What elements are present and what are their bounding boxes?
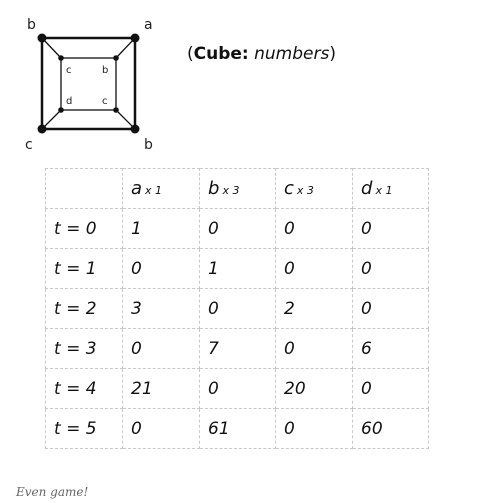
table-cell: 0 <box>275 208 353 249</box>
table-row: t = 1 0 1 0 0 <box>45 248 429 289</box>
table-cell: 0 <box>199 208 276 249</box>
row-label: t = 1 <box>45 248 123 289</box>
vertex-outer-top-left <box>37 33 47 43</box>
table-cell: 0 <box>275 408 353 449</box>
table-row: t = 4 21 0 20 0 <box>45 368 429 409</box>
row-label: t = 4 <box>45 368 123 409</box>
vertex-outer-bottom-right <box>130 124 140 134</box>
table-row: t = 0 1 0 0 0 <box>45 208 429 249</box>
label-outer-top-left: b <box>27 17 36 33</box>
vertex-outer-bottom-left <box>37 124 47 134</box>
table-cell: 2 <box>275 288 353 329</box>
table-cell: 20 <box>275 368 353 409</box>
table-cell: 21 <box>122 368 200 409</box>
label-inner-top-left: c <box>66 65 72 76</box>
cube-diagram: b a c b c b d c <box>25 17 153 153</box>
table-cell: 0 <box>199 288 276 329</box>
vertex-inner-top-left <box>58 55 64 61</box>
table-cell: 0 <box>352 288 429 329</box>
orbit-count-table: ax 1 bx 3 cx 3 dx 1 t = 0 1 0 0 0 t = 1 … <box>45 168 429 449</box>
header-name: d <box>361 178 373 199</box>
footer-note: Even game! <box>16 485 89 499</box>
vertex-inner-top-right <box>113 55 119 61</box>
header-cell-b: bx 3 <box>199 168 276 209</box>
label-inner-top-right: b <box>102 65 108 76</box>
label-inner-bottom-right: c <box>102 96 108 107</box>
table-cell: 61 <box>199 408 276 449</box>
header-mult: x 1 <box>145 184 163 197</box>
vertex-outer-top-right <box>130 33 140 43</box>
header-cell-empty <box>45 168 123 209</box>
table-cell: 1 <box>122 208 200 249</box>
table-cell: 0 <box>199 368 276 409</box>
header-mult: x 3 <box>222 184 240 197</box>
vertex-inner-bottom-left <box>58 107 64 113</box>
header-mult: x 1 <box>375 184 393 197</box>
label-outer-bottom-right: b <box>144 137 153 153</box>
caption-open-paren: ( <box>187 44 194 64</box>
header-name: b <box>208 178 220 199</box>
table-header-row: ax 1 bx 3 cx 3 dx 1 <box>45 168 429 209</box>
label-outer-top-right: a <box>144 17 153 33</box>
table-cell: 6 <box>352 328 429 369</box>
row-label: t = 5 <box>45 408 123 449</box>
table-cell: 0 <box>352 248 429 289</box>
header-mult: x 3 <box>296 184 314 197</box>
header-name: a <box>131 178 143 199</box>
caption-close-paren: ) <box>329 44 336 64</box>
table-cell: 0 <box>275 328 353 369</box>
header-cell-c: cx 3 <box>275 168 353 209</box>
table-cell: 7 <box>199 328 276 369</box>
vertex-inner-bottom-right <box>113 107 119 113</box>
row-label: t = 0 <box>45 208 123 249</box>
diagram-caption: (Cube: numbers) <box>187 44 336 64</box>
header-name: c <box>284 178 294 199</box>
table-cell: 0 <box>275 248 353 289</box>
table-row: t = 5 0 61 0 60 <box>45 408 429 449</box>
table-cell: 0 <box>122 408 200 449</box>
caption-italic: numbers <box>254 44 330 64</box>
table-row: t = 3 0 7 0 6 <box>45 328 429 369</box>
row-label: t = 3 <box>45 328 123 369</box>
table-cell: 0 <box>352 368 429 409</box>
header-cell-d: dx 1 <box>352 168 429 209</box>
label-inner-bottom-left: d <box>66 96 72 107</box>
header-cell-a: ax 1 <box>122 168 200 209</box>
table-cell: 3 <box>122 288 200 329</box>
caption-bold: Cube: <box>193 44 249 64</box>
table-row: t = 2 3 0 2 0 <box>45 288 429 329</box>
table-cell: 1 <box>199 248 276 289</box>
table-cell: 0 <box>122 248 200 289</box>
table-cell: 0 <box>122 328 200 369</box>
table-cell: 0 <box>352 208 429 249</box>
table-cell: 60 <box>352 408 429 449</box>
row-label: t = 2 <box>45 288 123 329</box>
label-outer-bottom-left: c <box>25 137 33 153</box>
